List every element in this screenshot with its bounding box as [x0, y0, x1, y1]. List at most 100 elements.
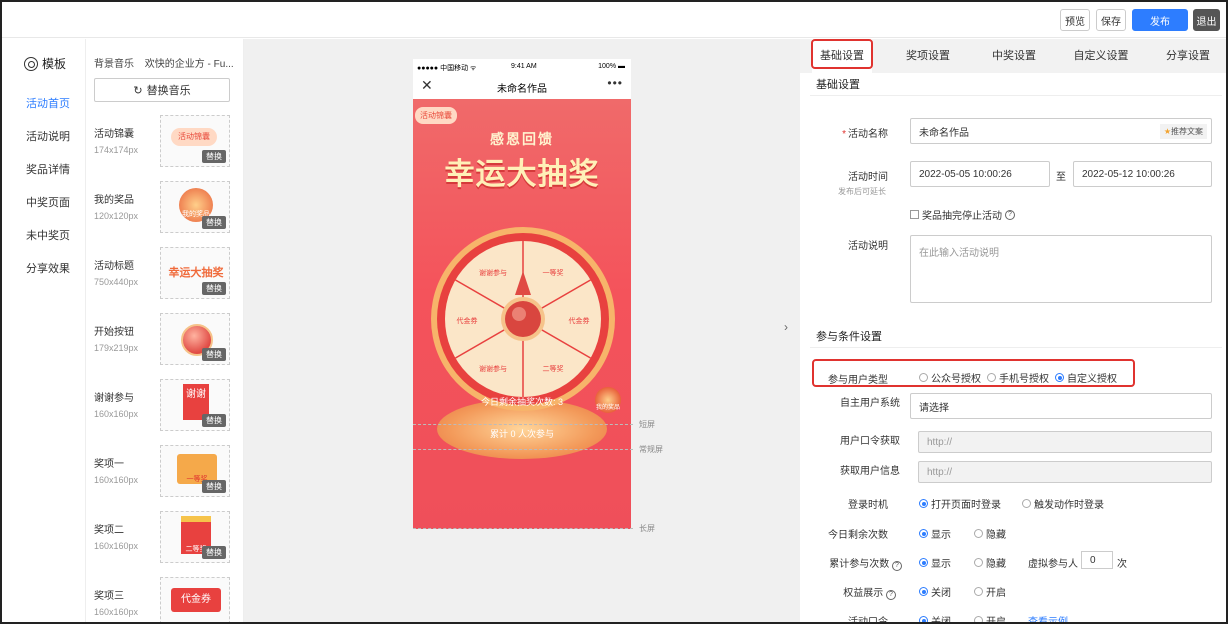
nav-item-share[interactable]: 分享效果: [26, 261, 70, 294]
swap-button[interactable]: 替换: [202, 216, 226, 229]
nav-item-prize-detail[interactable]: 奖品详情: [26, 162, 70, 195]
more-icon[interactable]: •••: [607, 76, 623, 90]
nav-item-win-page[interactable]: 中奖页面: [26, 195, 70, 228]
radio-cum-show[interactable]: 显示: [919, 555, 951, 570]
tab-share[interactable]: 分享设置: [1158, 39, 1218, 73]
user-system-label: 自主用户系统: [840, 398, 900, 409]
exit-button[interactable]: 退出: [1193, 9, 1220, 31]
save-button[interactable]: 保存: [1096, 9, 1126, 31]
activity-time-label: 活动时间: [848, 172, 888, 183]
radio-today-show[interactable]: 显示: [919, 526, 951, 541]
asset-name: 我的奖品: [94, 195, 134, 206]
asset-thumb[interactable]: 谢谢 替换: [160, 379, 230, 431]
user-system-select[interactable]: 请选择: [910, 393, 1212, 419]
wheel-label: 谢谢参与: [479, 268, 507, 277]
swap-button[interactable]: 替换: [202, 150, 226, 163]
virtual-participants-input[interactable]: 0: [1081, 551, 1113, 569]
swap-button[interactable]: 替换: [202, 480, 226, 493]
swap-button[interactable]: 替换: [202, 348, 226, 361]
swap-button[interactable]: 替换: [202, 546, 226, 559]
to-label: 至: [1056, 172, 1066, 183]
asset-item: 开始按钮 179x219px 替换: [94, 313, 234, 367]
asset-name: 谢谢参与: [94, 393, 134, 404]
radio-custom-auth[interactable]: 自定义授权: [1055, 370, 1117, 385]
asset-size: 160x160px: [94, 409, 139, 419]
radio-cum-hide[interactable]: 隐藏: [974, 555, 1006, 570]
short-screen-line: [413, 424, 633, 425]
replace-music-button[interactable]: ↻ 替换音乐: [94, 78, 230, 102]
template-logo[interactable]: 模板: [24, 55, 66, 72]
start-time-input[interactable]: 2022-05-05 10:00:26: [910, 161, 1050, 187]
radio-phone-auth[interactable]: 手机号授权: [987, 370, 1049, 385]
nav-item-description[interactable]: 活动说明: [26, 129, 70, 162]
recommend-copy-button[interactable]: ★推荐文案: [1159, 124, 1207, 139]
asset-thumb[interactable]: 我的奖品 替换: [160, 181, 230, 233]
poster-subtitle: 感恩回馈: [490, 131, 554, 147]
long-screen-label: 长屏: [639, 524, 655, 533]
tab-winning[interactable]: 中奖设置: [984, 39, 1044, 73]
my-prize-button[interactable]: 我的奖品: [595, 387, 621, 413]
tag-thumb-art: 活动锦囊: [171, 128, 217, 146]
asset-item: 我的奖品 120x120px 我的奖品 替换: [94, 181, 234, 235]
swap-button[interactable]: 替换: [202, 282, 226, 295]
asset-size: 160x160px: [94, 607, 139, 617]
carrier: ●●●●● 中国移动 ᯤ: [417, 65, 477, 72]
radio-rights-off[interactable]: 关闭: [919, 584, 951, 599]
asset-item: 活动锦囊 174x174px 活动锦囊 替换: [94, 115, 234, 169]
token-input[interactable]: http://: [918, 431, 1212, 453]
asset-thumb[interactable]: 幸运大抽奖 替换: [160, 247, 230, 299]
end-time-input[interactable]: 2022-05-12 10:00:26: [1073, 161, 1212, 187]
user-info-label: 获取用户信息: [840, 466, 900, 477]
asset-thumb[interactable]: 二等奖 替换: [160, 511, 230, 563]
cumulative-label: 累计参与次数 ?: [820, 555, 902, 571]
asset-thumb[interactable]: 一等奖 替换: [160, 445, 230, 497]
activity-name-input[interactable]: 未命名作品 ★推荐文案: [910, 118, 1212, 144]
publish-button[interactable]: 发布: [1132, 9, 1188, 31]
radio-code-on[interactable]: 开启: [974, 613, 1006, 622]
left-nav: 模板 活动首页 活动说明 奖品详情 中奖页面 未中奖页 分享效果: [2, 39, 86, 622]
activity-tips-tag[interactable]: 活动锦囊: [415, 107, 457, 124]
music-label: 背景音乐: [94, 59, 134, 70]
asset-thumb[interactable]: 替换: [160, 313, 230, 365]
prize-wheel[interactable]: 一等奖 代金券 二等奖 谢谢参与 代金券 谢谢参与: [429, 225, 617, 413]
asset-name: 奖项三: [94, 591, 124, 602]
asset-thumb[interactable]: 活动锦囊 替换: [160, 115, 230, 167]
radio-rights-on[interactable]: 开启: [974, 584, 1006, 599]
nav-list: 活动首页 活动说明 奖品详情 中奖页面 未中奖页 分享效果: [26, 96, 70, 294]
refresh-icon: ↻: [133, 84, 143, 97]
total-participants: 累计 0 人次参与: [489, 429, 554, 439]
wheel-label: 代金券: [569, 316, 590, 325]
user-info-input[interactable]: http://: [918, 461, 1212, 483]
swap-button[interactable]: 替换: [202, 414, 226, 427]
radio-login-action[interactable]: 触发动作时登录: [1022, 496, 1104, 511]
voucher-thumb-art: 代金券: [171, 588, 221, 612]
description-label: 活动说明: [848, 241, 888, 252]
radio-login-open[interactable]: 打开页面时登录: [919, 496, 1001, 511]
wheel-label: 一等奖: [543, 268, 564, 277]
stop-when-empty-checkbox[interactable]: 奖品抽完停止活动 ?: [910, 207, 1015, 222]
tab-custom[interactable]: 自定义设置: [1066, 39, 1136, 73]
editor-canvas: ●●●●● 中国移动 ᯤ 9:41 AM 100% ▬ ✕ 未命名作品 ••• …: [244, 39, 800, 622]
tab-prizes[interactable]: 奖项设置: [898, 39, 958, 73]
radio-code-off[interactable]: 关闭: [919, 613, 951, 622]
activity-name-label: * 活动名称: [842, 129, 888, 140]
nav-item-home[interactable]: 活动首页: [26, 96, 70, 129]
rights-label: 权益展示 ?: [820, 584, 896, 600]
music-line: 背景音乐 欢快的企业方 - Fu...: [94, 55, 242, 70]
virtual-unit: 次: [1117, 559, 1127, 570]
preview-button[interactable]: 预览: [1060, 9, 1090, 31]
radio-today-hide[interactable]: 隐藏: [974, 526, 1006, 541]
description-textarea[interactable]: 在此输入活动说明: [910, 235, 1212, 303]
nav-item-lose-page[interactable]: 未中奖页: [26, 228, 70, 261]
divider: [810, 95, 1222, 96]
radio-official-account[interactable]: 公众号授权: [919, 370, 981, 385]
normal-screen-label: 常规屏: [639, 445, 663, 454]
asset-size: 174x174px: [94, 145, 139, 155]
view-example-link[interactable]: 查看示例: [1028, 613, 1068, 622]
asset-item: 奖项三 160x160px 代金券: [94, 577, 234, 622]
collapse-panel-icon[interactable]: ›: [784, 320, 788, 334]
asset-thumb[interactable]: 代金券: [160, 577, 230, 622]
asset-size: 750x440px: [94, 277, 139, 287]
wheel-label: 谢谢参与: [479, 364, 507, 373]
lottery-poster[interactable]: 活动锦囊 感恩回馈 幸运大抽奖 一等奖 代金券 二等奖 谢谢参与 代金券 谢谢参…: [413, 99, 631, 529]
